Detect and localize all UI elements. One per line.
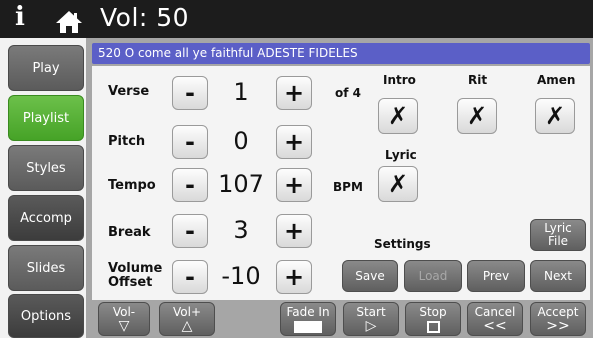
start-label: Start <box>356 305 386 319</box>
break-label: Break <box>108 225 151 240</box>
tempo-bpm-label: BPM <box>333 180 363 194</box>
vol-down-button[interactable]: Vol- ▽ <box>98 302 150 336</box>
load-button[interactable]: Load <box>404 260 462 292</box>
cancel-icon: << <box>483 317 507 334</box>
vol-down-icon: ▽ <box>118 317 130 334</box>
tab-options-label: Options <box>20 308 72 324</box>
verse-label: Verse <box>108 84 150 99</box>
prev-button[interactable]: Prev <box>467 260 525 292</box>
stop-icon <box>426 320 440 333</box>
pitch-plus-button[interactable]: + <box>276 125 312 159</box>
accept-button[interactable]: Accept >> <box>530 302 586 336</box>
start-button[interactable]: Start ▷ <box>343 302 399 336</box>
tab-accomp[interactable]: Accomp <box>8 195 84 241</box>
settings-label: Settings <box>374 237 431 251</box>
tab-slides[interactable]: Slides <box>8 245 84 291</box>
app-window: i Vol: 50 Play Playlist Styles Accomp Sl… <box>0 0 593 338</box>
vol-up-label: Vol+ <box>172 305 201 319</box>
pitch-label: Pitch <box>108 134 146 149</box>
tab-accomp-label: Accomp <box>20 210 72 226</box>
accept-label: Accept <box>537 305 579 319</box>
prev-label: Prev <box>482 268 510 283</box>
pitch-minus-button[interactable]: - <box>172 125 208 159</box>
next-label: Next <box>544 268 572 283</box>
lyric-file-line2: File <box>547 234 569 248</box>
next-button[interactable]: Next <box>530 260 586 292</box>
fade-in-label: Fade In <box>286 305 330 319</box>
vol-up-button[interactable]: Vol+ △ <box>159 302 215 336</box>
verse-plus-button[interactable]: + <box>276 76 312 110</box>
save-button[interactable]: Save <box>342 260 398 292</box>
accept-icon: >> <box>546 317 570 334</box>
lyric-file-button[interactable]: Lyric File <box>530 219 586 251</box>
tab-styles-label: Styles <box>26 160 66 176</box>
stop-label: Stop <box>419 305 447 319</box>
stop-button[interactable]: Stop <box>405 302 461 336</box>
tempo-minus-button[interactable]: - <box>172 168 208 202</box>
cancel-button[interactable]: Cancel << <box>467 302 523 336</box>
cancel-label: Cancel <box>474 305 516 319</box>
lyric-label: Lyric <box>385 148 417 162</box>
volume-offset-label-line2: Offset <box>108 275 153 291</box>
home-icon[interactable] <box>55 10 83 34</box>
amen-toggle[interactable]: ✗ <box>535 98 575 134</box>
vol-down-label: Vol- <box>112 305 136 319</box>
song-title-bar: 520 O come all ye faithful ADESTE FIDELE… <box>92 43 590 64</box>
save-label: Save <box>355 268 385 283</box>
volume-offset-minus-button[interactable]: - <box>172 260 208 294</box>
tab-playlist[interactable]: Playlist <box>8 95 84 141</box>
tab-slides-label: Slides <box>26 260 66 276</box>
intro-label: Intro <box>383 73 416 87</box>
tab-play-label: Play <box>32 60 60 76</box>
play-icon: ▷ <box>365 317 377 334</box>
controls-area <box>92 66 590 338</box>
pitch-value: 0 <box>233 127 249 155</box>
load-label: Load <box>418 268 448 283</box>
volume-offset-label-line1: Volume <box>108 261 163 276</box>
rit-label: Rit <box>468 73 488 87</box>
volume-offset-plus-button[interactable]: + <box>276 260 312 294</box>
tab-styles[interactable]: Styles <box>8 145 84 191</box>
verse-of-count: of 4 <box>335 86 361 100</box>
verse-value: 1 <box>233 78 249 106</box>
intro-toggle[interactable]: ✗ <box>378 98 418 134</box>
fade-in-indicator-icon <box>294 320 322 333</box>
tempo-value: 107 <box>218 170 264 198</box>
tempo-plus-button[interactable]: + <box>276 168 312 202</box>
volume-offset-label: Volume Offset <box>108 261 163 291</box>
tab-play[interactable]: Play <box>8 45 84 91</box>
fade-in-button[interactable]: Fade In <box>280 302 336 336</box>
tempo-label: Tempo <box>108 178 156 193</box>
break-minus-button[interactable]: - <box>172 214 208 248</box>
vol-up-icon: △ <box>181 317 193 334</box>
volume-display: Vol: 50 <box>100 3 190 32</box>
lyric-toggle[interactable]: ✗ <box>378 166 418 202</box>
info-icon[interactable]: i <box>15 2 25 32</box>
break-plus-button[interactable]: + <box>276 214 312 248</box>
top-bar: i Vol: 50 <box>0 0 593 38</box>
tab-options[interactable]: Options <box>8 294 84 338</box>
volume-offset-value: -10 <box>221 262 261 290</box>
tab-playlist-label: Playlist <box>22 110 70 126</box>
amen-label: Amen <box>537 73 576 87</box>
rit-toggle[interactable]: ✗ <box>457 98 497 134</box>
break-value: 3 <box>233 216 249 244</box>
verse-minus-button[interactable]: - <box>172 76 208 110</box>
